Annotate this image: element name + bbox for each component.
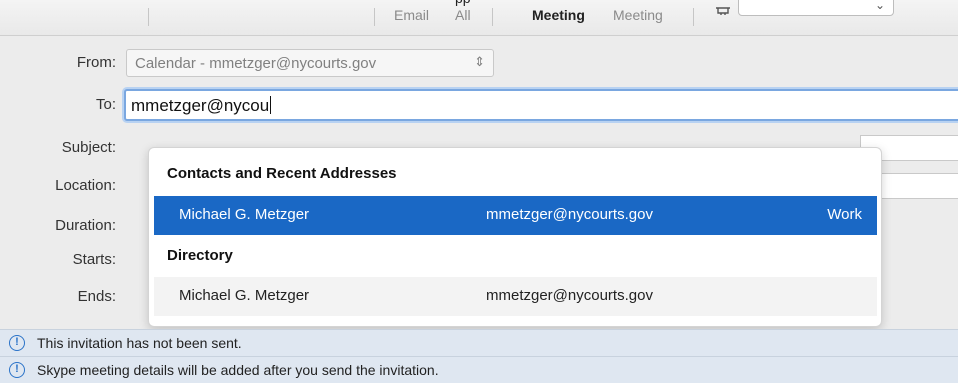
duration-label: Duration: — [55, 217, 116, 234]
toolbar-separator — [148, 8, 149, 26]
text-caret — [270, 96, 272, 114]
contact-suggestion-row[interactable]: Michael G. Metzger mmetzger@nycourts.gov… — [154, 196, 877, 235]
toolbar-caption: pp — [455, 0, 471, 6]
toolbar-separator — [492, 8, 493, 26]
toolbar-separator — [374, 8, 375, 26]
directory-suggestion-row[interactable]: Michael G. Metzger mmetzger@nycourts.gov — [154, 277, 877, 316]
starts-label: Starts: — [72, 251, 116, 268]
from-value: Calendar - mmetzger@nycourts.gov — [135, 55, 377, 72]
to-input[interactable]: mmetzger@nycou — [124, 89, 958, 121]
not-sent-info-bar: ! This invitation has not been sent. — [0, 329, 958, 356]
all-button[interactable]: All — [455, 7, 471, 23]
chevron-down-icon: ⌄ — [874, 0, 885, 12]
not-sent-message: This invitation has not been sent. — [37, 335, 242, 351]
info-icon: ! — [9, 362, 25, 378]
skype-message: Skype meeting details will be added afte… — [37, 362, 439, 378]
suggestion-name: Michael G. Metzger — [179, 287, 310, 304]
suggestion-email: mmetzger@nycourts.gov — [486, 287, 653, 304]
info-icon: ! — [9, 335, 25, 351]
toolbar: pp Email All Meeting Meeting ⌄ — [0, 0, 958, 36]
directory-section-header: Directory — [167, 247, 233, 264]
from-label: From: — [76, 54, 116, 71]
suggestion-tag: Work — [827, 206, 862, 223]
reminder-icon[interactable] — [714, 2, 732, 16]
address-autocomplete-popup: Contacts and Recent Addresses Michael G.… — [148, 147, 882, 327]
reminder-select[interactable]: ⌄ — [738, 0, 894, 16]
toolbar-separator — [693, 8, 694, 26]
skype-info-bar: ! Skype meeting details will be added af… — [0, 356, 958, 383]
meeting-button[interactable]: Meeting — [532, 7, 585, 23]
ends-label: Ends: — [77, 288, 116, 305]
to-label: To: — [95, 96, 116, 113]
email-all-button[interactable]: Email — [394, 7, 429, 23]
suggestion-name: Michael G. Metzger — [179, 206, 310, 223]
location-label: Location: — [55, 177, 116, 194]
meeting-type-button[interactable]: Meeting — [613, 7, 663, 23]
contacts-section-header: Contacts and Recent Addresses — [167, 165, 397, 182]
subject-label: Subject: — [61, 139, 116, 156]
to-value: mmetzger@nycou — [131, 96, 270, 115]
from-select[interactable]: Calendar - mmetzger@nycourts.gov ⇕ — [126, 49, 494, 77]
suggestion-email: mmetzger@nycourts.gov — [486, 206, 653, 223]
updown-chevron-icon: ⇕ — [474, 54, 485, 69]
